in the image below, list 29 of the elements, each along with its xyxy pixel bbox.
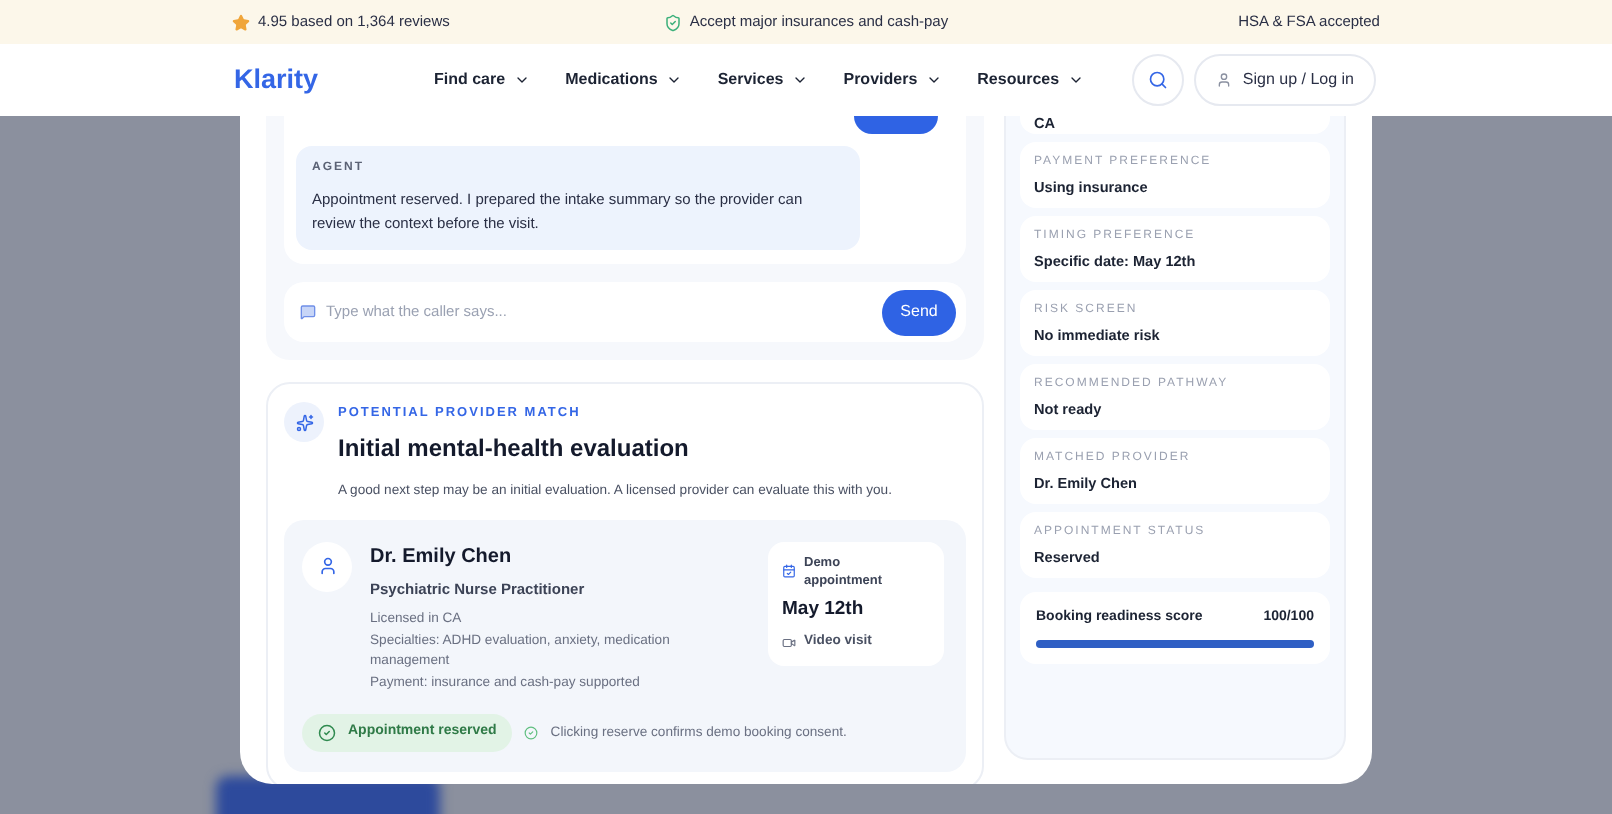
card-title: Initial mental-health evaluation — [338, 431, 689, 466]
shield-icon — [663, 13, 682, 31]
video-icon — [782, 635, 796, 650]
user-message-bubble — [854, 116, 938, 134]
search-button[interactable] — [1132, 54, 1185, 106]
send-button[interactable]: Send — [882, 289, 956, 335]
appointment-date: May 12th — [782, 595, 866, 624]
chevron-down-icon — [925, 72, 942, 88]
chevron-down-icon — [665, 72, 682, 88]
chevron-down-icon — [1067, 72, 1084, 88]
nav-menu-item[interactable]: Services — [717, 68, 808, 92]
login-button[interactable]: Sign up / Log in — [1194, 54, 1376, 106]
nav-menu-item[interactable]: Medications — [565, 68, 682, 92]
chevron-down-icon — [791, 72, 808, 88]
nav-menu-item[interactable]: Providers — [843, 68, 942, 92]
star-icon — [232, 13, 250, 31]
search-icon — [1148, 70, 1169, 90]
check-icon — [524, 726, 539, 741]
chat-icon — [300, 304, 316, 320]
calendar-icon — [782, 563, 796, 578]
nav-menu-item[interactable]: Resources — [977, 68, 1084, 92]
user-icon — [1216, 72, 1233, 88]
logo[interactable]: Klarity — [234, 59, 434, 101]
provider-name: Dr. Emily Chen — [370, 543, 514, 572]
nav-menu-item[interactable]: Find care — [434, 68, 530, 92]
chevron-down-icon — [513, 72, 530, 88]
sparkle-icon — [284, 402, 324, 442]
avatar-icon — [302, 541, 352, 592]
check-circle-icon — [318, 724, 336, 743]
